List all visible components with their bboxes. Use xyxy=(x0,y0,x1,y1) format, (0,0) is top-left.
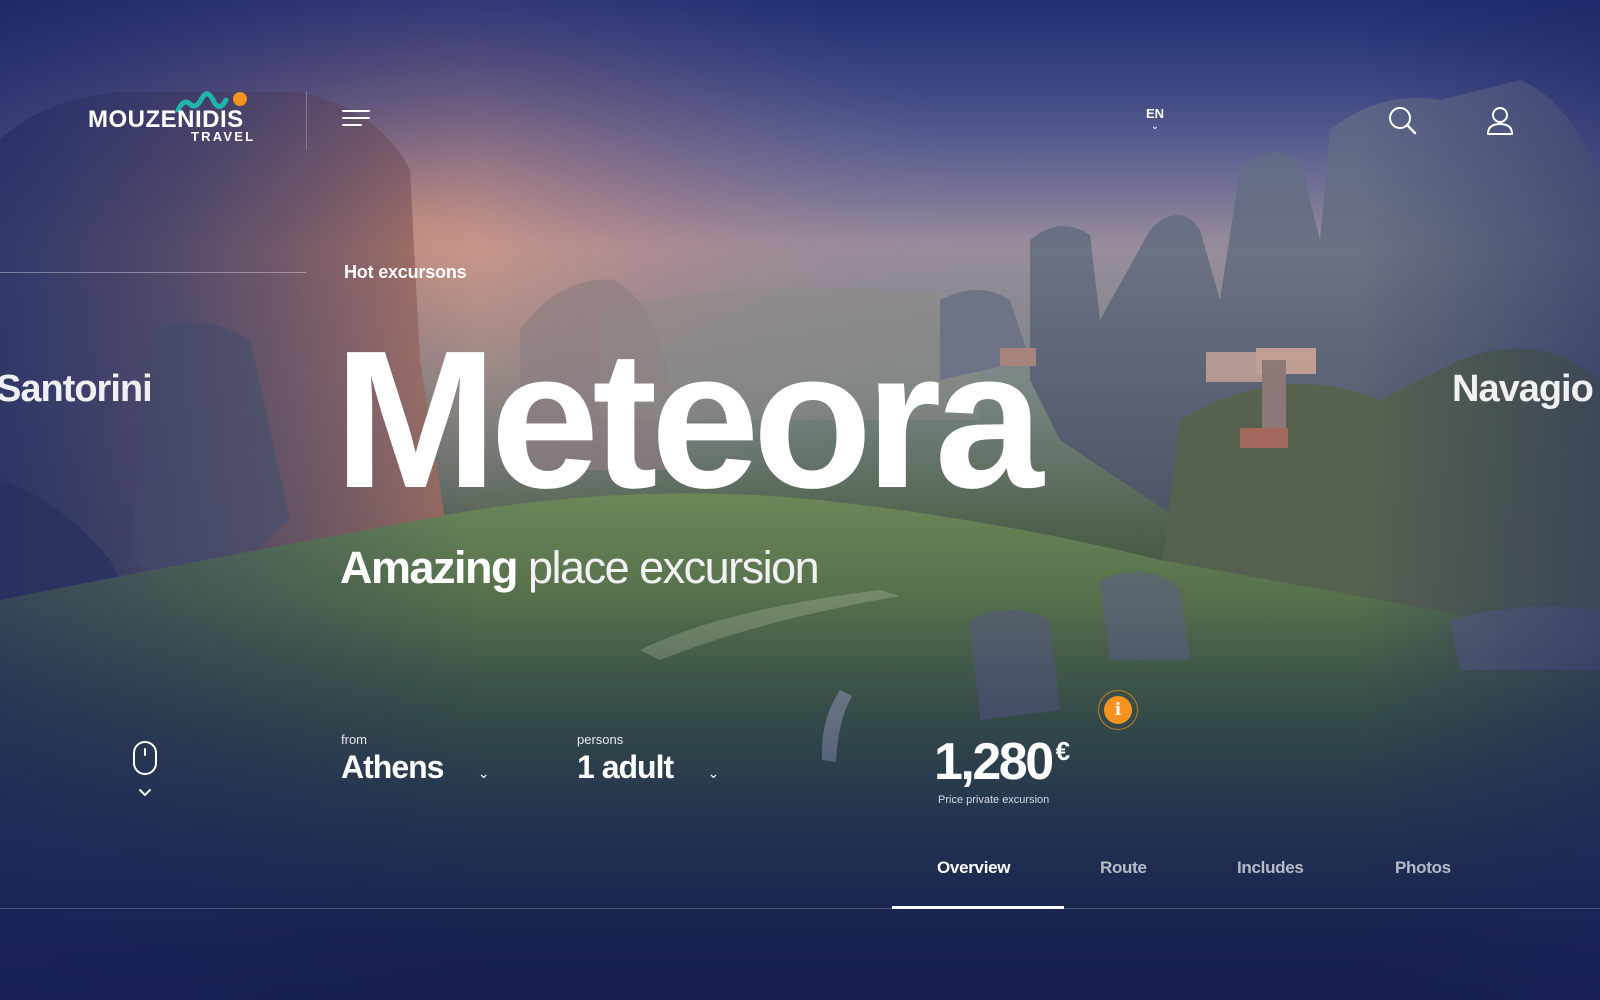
chevron-down-icon: ⌄ xyxy=(1150,121,1160,132)
language-label: EN xyxy=(1145,106,1165,121)
active-tab-indicator xyxy=(892,906,1064,909)
next-destination-link[interactable]: Navagio xyxy=(1452,368,1594,411)
subtitle-bold: Amazing xyxy=(340,542,519,593)
search-icon[interactable] xyxy=(1388,106,1418,141)
info-icon[interactable]: i xyxy=(1098,690,1138,730)
brand-logo[interactable]: MOUZENIDIS TRAVEL xyxy=(86,88,286,148)
tab-route[interactable]: Route xyxy=(1100,858,1147,878)
price-note: Price private excursion xyxy=(938,794,1050,806)
persons-label: persons xyxy=(577,732,624,747)
header-divider xyxy=(306,92,307,150)
eyebrow-line xyxy=(0,272,306,273)
chevron-down-icon: ⌄ xyxy=(707,765,720,782)
hamburger-menu-icon[interactable] xyxy=(342,110,374,134)
mouse-scroll-icon[interactable] xyxy=(132,740,158,805)
from-label: from xyxy=(341,732,367,747)
tab-overview[interactable]: Overview xyxy=(937,858,1011,878)
hero-eyebrow: Hot excursons xyxy=(344,262,467,282)
info-glyph: i xyxy=(1104,696,1132,724)
tab-includes[interactable]: Includes xyxy=(1237,858,1304,878)
chevron-down-icon: ⌄ xyxy=(477,765,490,782)
user-icon[interactable] xyxy=(1486,106,1514,141)
hero-title: Meteora xyxy=(334,310,1044,529)
price-amount: 1,280 xyxy=(934,733,1054,791)
language-selector[interactable]: EN ⌄ xyxy=(1143,106,1167,132)
tab-photos[interactable]: Photos xyxy=(1395,858,1451,878)
prev-destination-link[interactable]: Santorini xyxy=(0,368,153,411)
persons-value: 1 adult xyxy=(577,749,674,785)
from-dropdown[interactable]: from Athens ⌄ xyxy=(341,732,490,786)
price-currency: € xyxy=(1055,736,1071,766)
hero-subtitle: Amazing place excursion xyxy=(340,542,820,594)
tab-bar: Overview Route Includes Photos xyxy=(0,858,1600,910)
price-block: 1,280 € Price private excursion xyxy=(934,732,1070,806)
from-value: Athens xyxy=(341,749,444,785)
brand-subname: TRAVEL xyxy=(191,129,256,144)
subtitle-light: place excursion xyxy=(528,542,820,593)
tab-bar-divider xyxy=(0,908,1600,909)
persons-dropdown[interactable]: persons 1 adult ⌄ xyxy=(577,732,719,786)
